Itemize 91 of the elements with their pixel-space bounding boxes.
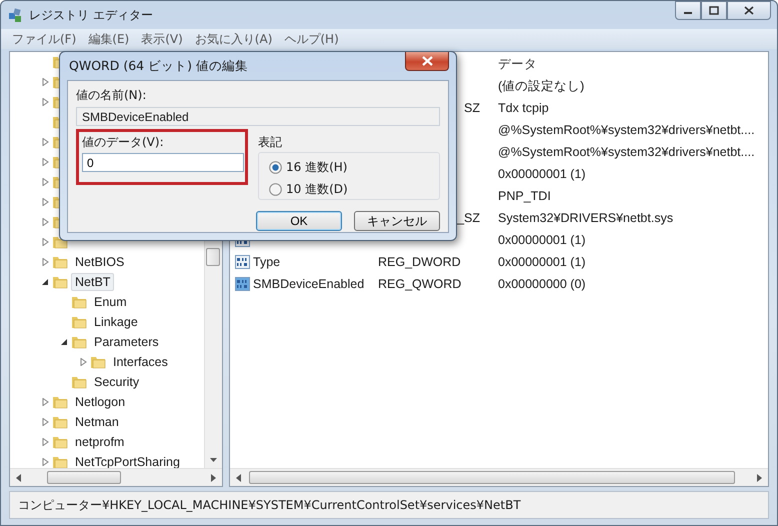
expand-triangle-icon[interactable] [42, 98, 49, 106]
scroll-thumb[interactable] [206, 248, 220, 266]
menu-item[interactable]: ヘルプ(H) [281, 30, 342, 48]
folder-icon [90, 354, 106, 370]
tree-item[interactable]: NetBIOS [71, 253, 128, 271]
expand-triangle-icon[interactable] [42, 458, 49, 466]
folder-icon [52, 454, 68, 468]
radio-label: 10 進数(D) [286, 181, 348, 198]
close-icon [422, 56, 432, 66]
folder-icon [71, 314, 87, 330]
input-field[interactable]: 0 [82, 153, 244, 172]
maximize-icon [709, 6, 719, 15]
name-field: SMBDeviceEnabled [76, 107, 440, 126]
dialog-button[interactable]: OK [256, 211, 342, 231]
cubes-icon [8, 7, 24, 23]
expand-triangle-icon[interactable] [42, 238, 49, 246]
registry-path: コンピューター¥HKEY_LOCAL_MACHINE¥SYSTEM¥CurrentControlSet¥services¥NetBT [18, 496, 521, 514]
expand-triangle-icon[interactable] [42, 198, 49, 206]
menu-item[interactable]: 表示(V) [138, 30, 186, 48]
value-data: System32¥DRIVERS¥netbt.sys [498, 211, 674, 225]
expand-triangle-icon[interactable] [42, 258, 49, 266]
column-header[interactable]: データ [498, 56, 537, 72]
tree-item[interactable]: Security [90, 373, 144, 391]
radio-button[interactable] [269, 183, 282, 196]
menu-item[interactable]: お気に入り(A) [192, 30, 276, 48]
value-data: 0x00000001 (1) [498, 233, 586, 247]
expand-triangle-icon[interactable] [42, 158, 49, 166]
scroll-right-arrow-icon[interactable] [757, 474, 762, 482]
folder-icon [71, 374, 87, 390]
scroll-left-arrow-icon[interactable] [16, 474, 21, 482]
scroll-thumb[interactable] [47, 471, 121, 484]
close-button[interactable] [727, 1, 771, 20]
expand-triangle-icon[interactable] [42, 178, 49, 186]
field-label: 値のデータ(V): [82, 134, 164, 151]
folder-icon [52, 274, 68, 290]
value-data: @%SystemRoot%¥system32¥drivers¥netbt.... [498, 123, 755, 137]
tree-item[interactable]: Netlogon [71, 393, 130, 411]
expand-triangle-icon[interactable] [42, 398, 49, 406]
dialog-button[interactable]: キャンセル [354, 211, 440, 231]
value-data: Tdx tcpip [498, 101, 549, 115]
tree-item[interactable]: Parameters [90, 333, 163, 351]
minimize-button[interactable] [675, 1, 701, 20]
value-data: 0x00000001 (1) [498, 255, 586, 269]
radio-label: 16 進数(H) [286, 159, 348, 176]
value-type: SZ [464, 101, 480, 115]
scroll-thumb[interactable] [249, 471, 735, 484]
menu-item[interactable]: 編集(E) [85, 30, 132, 48]
group-label: 表記 [258, 134, 282, 151]
close-icon [744, 6, 754, 15]
tree-item[interactable]: netprofm [71, 433, 128, 451]
value-data: (値の設定なし) [498, 78, 584, 94]
horizontal-scrollbar[interactable] [10, 468, 222, 486]
horizontal-scrollbar[interactable] [230, 468, 768, 486]
value-type: REG_QWORD [378, 277, 462, 291]
value-name[interactable]: SMBDeviceEnabled [253, 277, 364, 291]
expand-triangle-icon[interactable] [42, 218, 49, 226]
scroll-down-arrow-icon[interactable] [210, 458, 217, 462]
menu-item[interactable]: ファイル(F) [9, 30, 80, 48]
value-data: @%SystemRoot%¥system32¥drivers¥netbt.... [498, 145, 755, 159]
tree-item[interactable]: Enum [90, 293, 131, 311]
folder-icon [52, 414, 68, 430]
maximize-button[interactable] [701, 1, 727, 20]
radio-button[interactable] [269, 161, 282, 174]
collapse-triangle-icon[interactable] [61, 338, 68, 346]
scroll-left-arrow-icon[interactable] [236, 474, 241, 482]
value-data: 0x00000001 (1) [498, 167, 586, 181]
expand-triangle-icon[interactable] [80, 358, 87, 366]
value-type: _SZ [457, 211, 480, 225]
folder-icon [52, 434, 68, 450]
value-data: 0x00000000 (0) [498, 277, 586, 291]
value-type: REG_DWORD [378, 255, 461, 269]
folder-icon [71, 334, 87, 350]
value-data: PNP_TDI [498, 189, 551, 203]
expand-triangle-icon[interactable] [42, 138, 49, 146]
tree-item[interactable]: NetBT [71, 273, 114, 291]
tree-item[interactable]: Netman [71, 413, 123, 431]
folder-icon [52, 394, 68, 410]
folder-icon [52, 254, 68, 270]
tree-item[interactable]: Linkage [90, 313, 142, 331]
value-name[interactable]: Type [253, 255, 280, 269]
expand-triangle-icon[interactable] [42, 418, 49, 426]
close-button[interactable] [405, 52, 449, 71]
dialog-title: QWORD (64 ビット) 値の編集 [68, 58, 248, 74]
scroll-right-arrow-icon[interactable] [211, 474, 216, 482]
folder-icon [71, 294, 87, 310]
collapse-triangle-icon[interactable] [42, 278, 49, 286]
expand-triangle-icon[interactable] [42, 438, 49, 446]
tree-item[interactable]: Interfaces [109, 353, 172, 371]
field-label: 値の名前(N): [76, 87, 146, 104]
expand-triangle-icon[interactable] [42, 78, 49, 86]
window-title: レジストリ エディター [29, 6, 153, 24]
